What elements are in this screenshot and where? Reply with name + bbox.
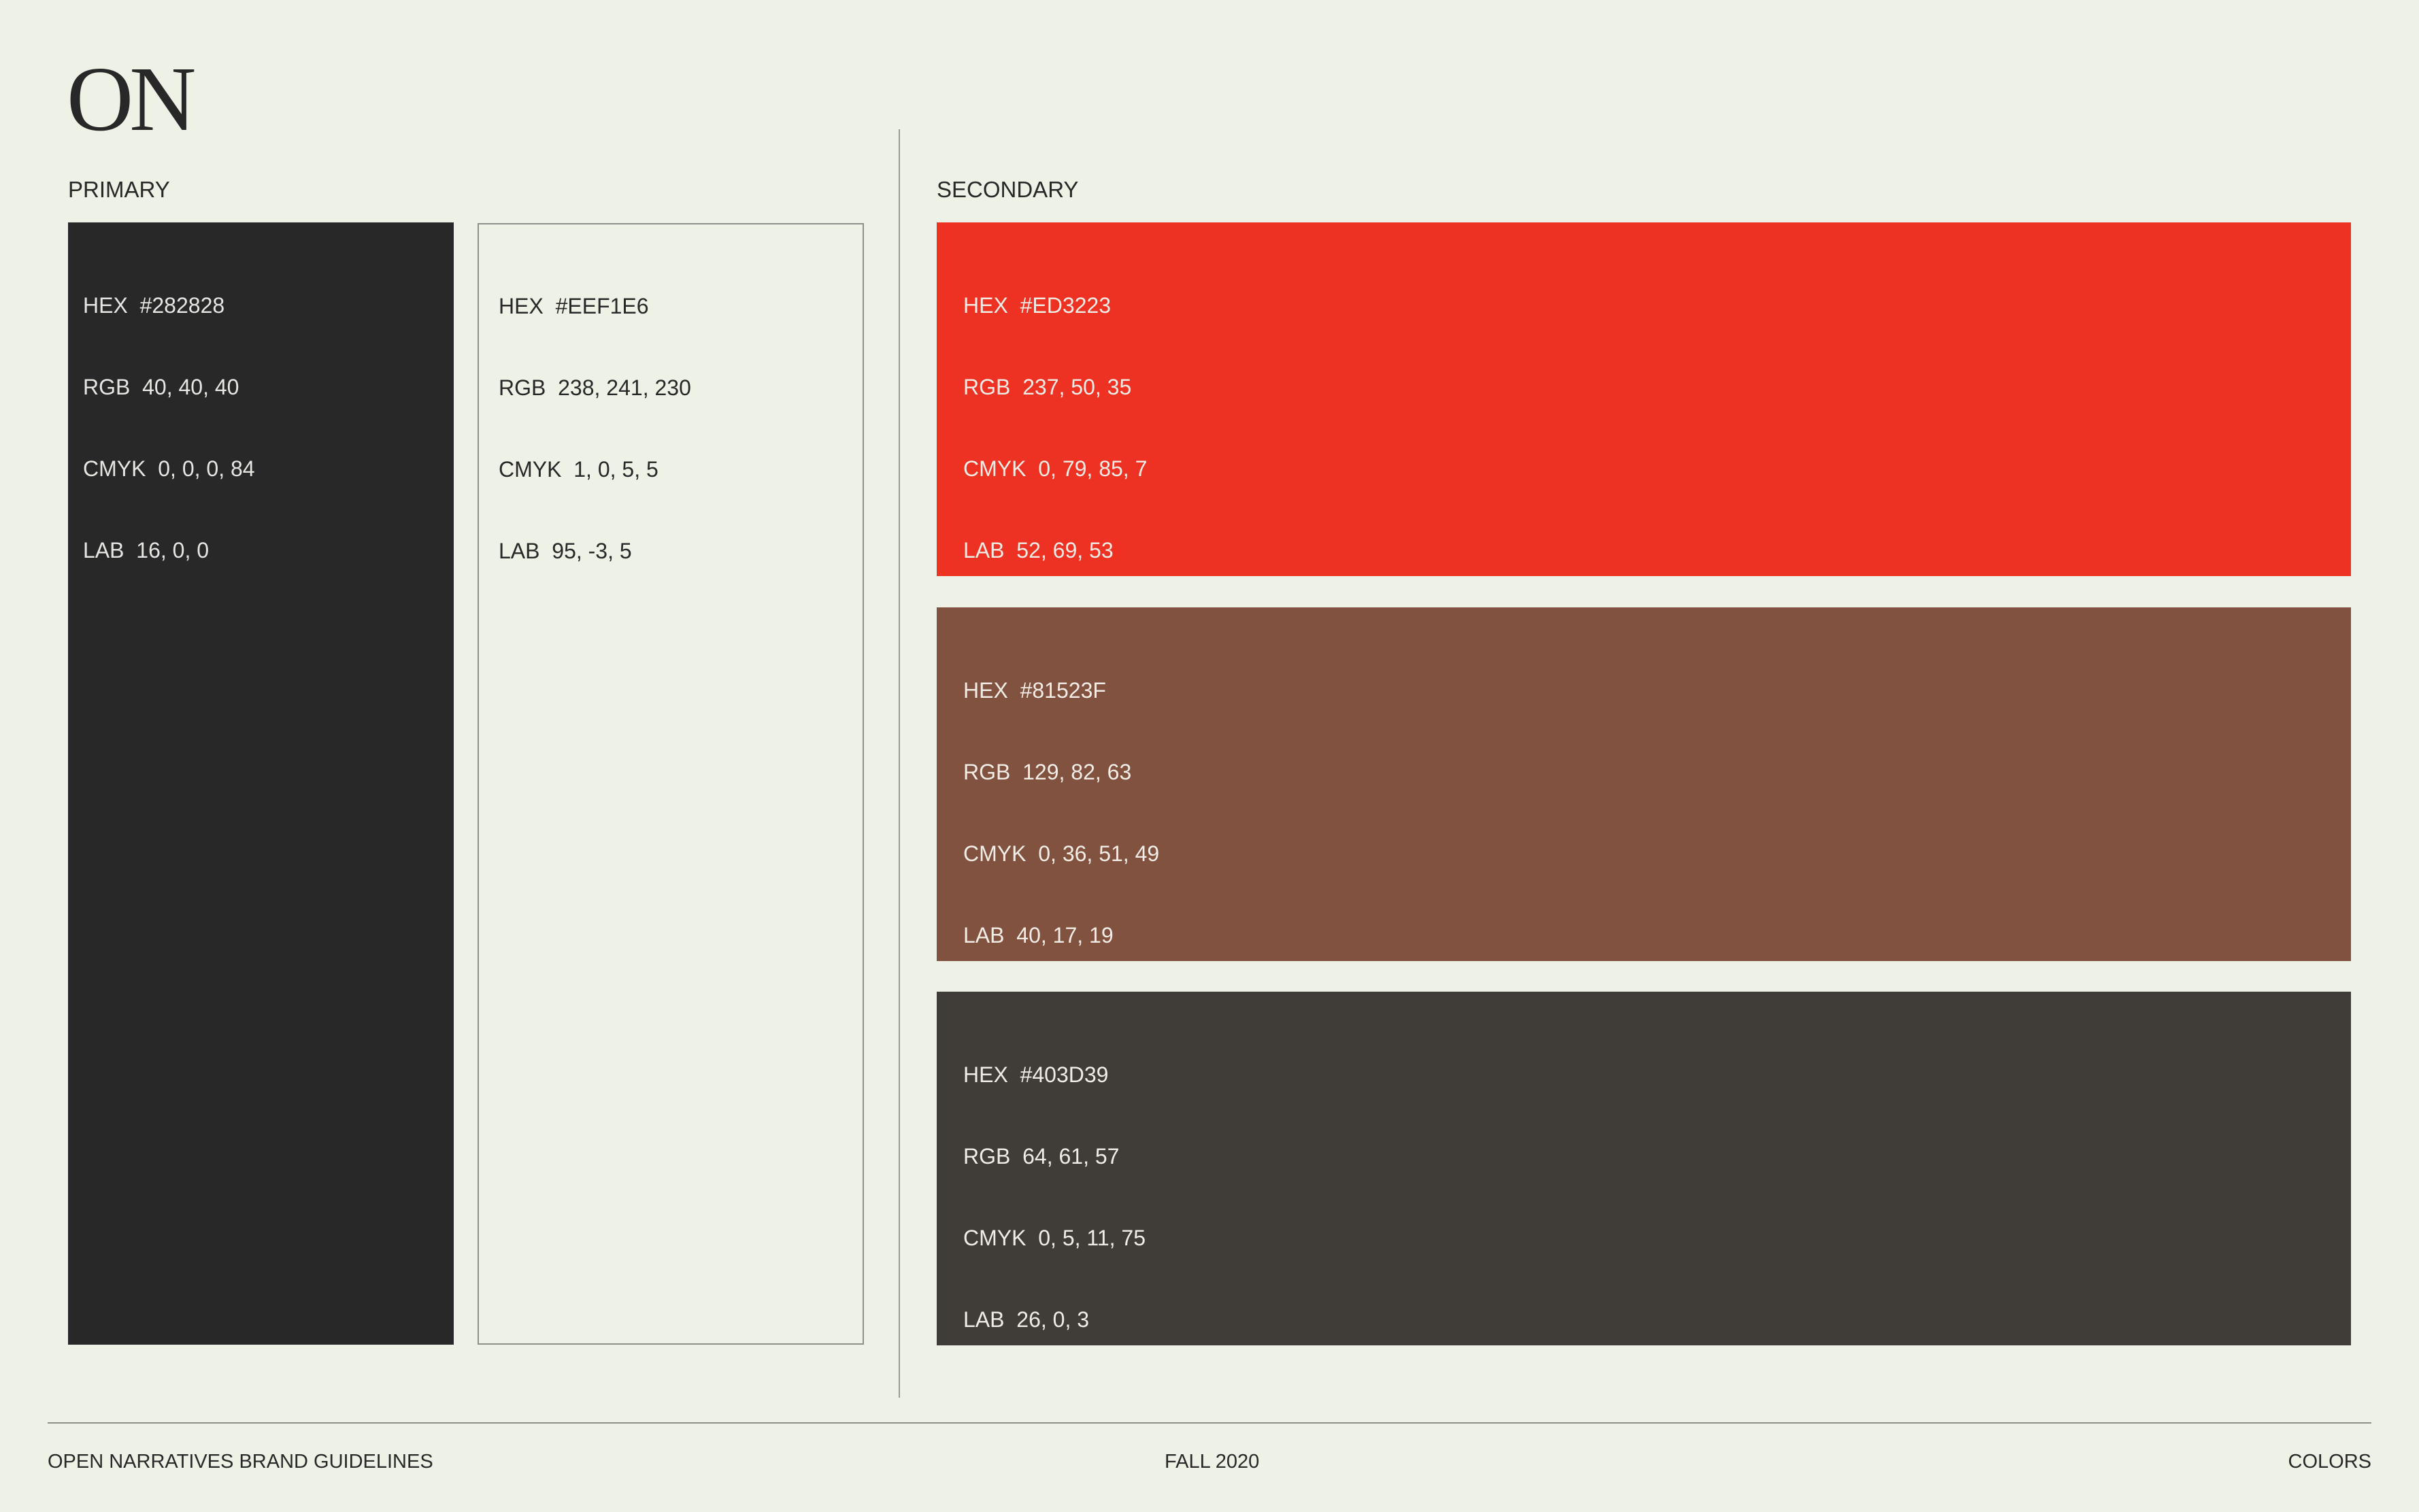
cmyk-value: CMYK 1, 0, 5, 5 [499, 457, 658, 482]
footer-section-name: COLORS [2288, 1451, 2371, 1473]
color-swatch-81523f: HEX #81523F RGB 129, 82, 63 CMYK 0, 36, … [937, 607, 2351, 961]
primary-section-label: PRIMARY [68, 177, 170, 202]
cmyk-value: CMYK 0, 36, 51, 49 [963, 841, 1160, 866]
lab-value: LAB 16, 0, 0 [83, 538, 210, 562]
rgb-value: RGB 129, 82, 63 [963, 760, 1132, 784]
color-swatch-403d39: HEX #403D39 RGB 64, 61, 57 CMYK 0, 5, 11… [937, 992, 2351, 1345]
lab-value: LAB 52, 69, 53 [963, 538, 1114, 562]
color-swatch-282828: HEX #282828 RGB 40, 40, 40 CMYK 0, 0, 0,… [68, 222, 454, 1345]
lab-value: LAB 40, 17, 19 [963, 923, 1114, 947]
secondary-section-label: SECONDARY [937, 177, 1079, 202]
color-swatch-ed3223: HEX #ED3223 RGB 237, 50, 35 CMYK 0, 79, … [937, 222, 2351, 576]
footer-season: FALL 2020 [1165, 1451, 1260, 1473]
brand-logo: ON [67, 48, 196, 150]
cmyk-value: CMYK 0, 79, 85, 7 [963, 456, 1148, 481]
rgb-value: RGB 64, 61, 57 [963, 1144, 1120, 1169]
swatch-specs: HEX #EEF1E6 RGB 238, 241, 230 CMYK 1, 0,… [499, 238, 691, 619]
rgb-value: RGB 238, 241, 230 [499, 375, 691, 400]
footer-divider [48, 1422, 2371, 1424]
hex-value: HEX #403D39 [963, 1062, 1109, 1087]
hex-value: HEX #ED3223 [963, 293, 1112, 318]
footer-document-title: OPEN NARRATIVES BRAND GUIDELINES [48, 1451, 433, 1473]
hex-value: HEX #EEF1E6 [499, 294, 649, 318]
lab-value: LAB 26, 0, 3 [963, 1307, 1090, 1332]
swatch-specs: HEX #81523F RGB 129, 82, 63 CMYK 0, 36, … [963, 622, 1159, 1003]
cmyk-value: CMYK 0, 5, 11, 75 [963, 1226, 1146, 1250]
lab-value: LAB 95, -3, 5 [499, 539, 632, 563]
swatch-specs: HEX #403D39 RGB 64, 61, 57 CMYK 0, 5, 11… [963, 1007, 1146, 1388]
swatch-specs: HEX #282828 RGB 40, 40, 40 CMYK 0, 0, 0,… [83, 237, 255, 618]
rgb-value: RGB 40, 40, 40 [83, 375, 239, 399]
color-swatch-eef1e6: HEX #EEF1E6 RGB 238, 241, 230 CMYK 1, 0,… [478, 223, 864, 1345]
rgb-value: RGB 237, 50, 35 [963, 375, 1132, 399]
swatch-specs: HEX #ED3223 RGB 237, 50, 35 CMYK 0, 79, … [963, 237, 1147, 618]
cmyk-value: CMYK 0, 0, 0, 84 [83, 456, 255, 481]
hex-value: HEX #81523F [963, 678, 1106, 703]
column-divider [899, 129, 900, 1398]
hex-value: HEX #282828 [83, 293, 225, 318]
